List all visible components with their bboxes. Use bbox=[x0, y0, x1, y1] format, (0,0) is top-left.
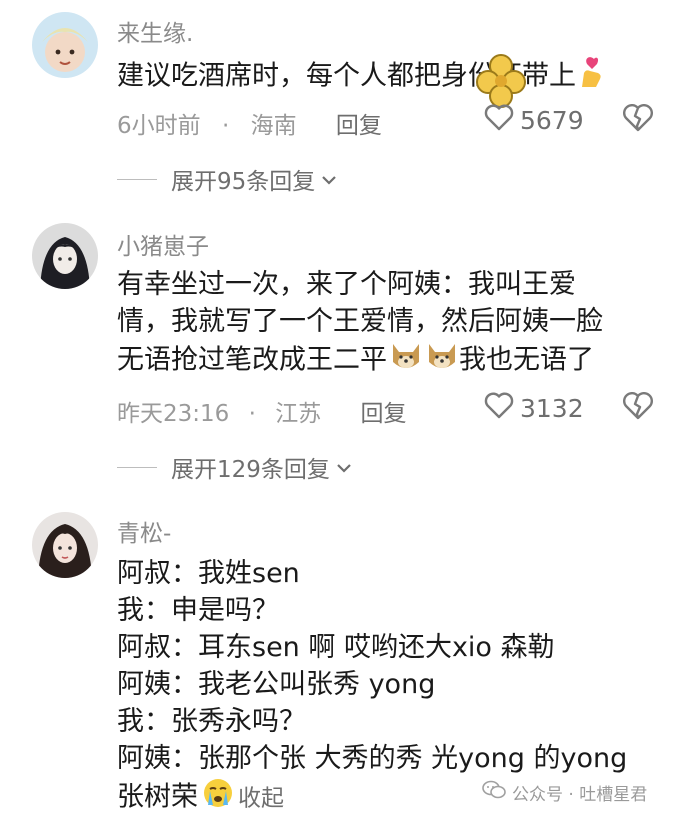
doge-emoji-icon bbox=[389, 340, 423, 382]
comment-line: 无语抢过笔改成王二平 我也无语了 bbox=[117, 340, 672, 382]
chevron-down-icon bbox=[321, 166, 337, 192]
comment-username[interactable]: 小猪崽子 bbox=[117, 227, 209, 261]
like-button[interactable]: 3132 bbox=[484, 392, 584, 425]
doge-emoji-icon bbox=[425, 340, 459, 382]
expand-label: 展开129条回复 bbox=[171, 457, 330, 483]
comment-username[interactable]: 青松- bbox=[117, 514, 171, 548]
comment-time: 6小时前 bbox=[117, 113, 201, 139]
heart-outline-icon bbox=[484, 392, 514, 425]
avatar[interactable] bbox=[32, 12, 98, 78]
like-count: 5679 bbox=[520, 106, 584, 135]
expand-replies-button[interactable]: 展开129条回复 bbox=[117, 450, 352, 484]
comment-body: 建议吃酒席时，每个人都把身份证带上 bbox=[117, 55, 672, 99]
comment-location: 海南 bbox=[250, 113, 297, 139]
like-button[interactable]: 5679 bbox=[484, 104, 584, 137]
comment-line: 有幸坐过一次，来了个阿姨：我叫王爱 bbox=[117, 269, 576, 300]
like-count: 3132 bbox=[520, 394, 584, 423]
expand-label: 展开95条回复 bbox=[171, 169, 316, 195]
divider bbox=[117, 466, 157, 468]
collapse-button[interactable]: 收起 bbox=[238, 786, 284, 812]
comment-line: 我：申是吗？ bbox=[117, 595, 279, 626]
heart-outline-icon bbox=[484, 104, 514, 137]
comment-body: 有幸坐过一次，来了个阿姨：我叫王爱 情，我就写了一个王爱情，然后阿姨一脸 无语抢… bbox=[117, 266, 672, 382]
crying-emoji-icon bbox=[202, 777, 234, 819]
dislike-button[interactable] bbox=[622, 392, 654, 424]
comment-line: 阿叔：我姓sen bbox=[117, 558, 300, 589]
watermark: 公众号 · 吐槽星君 bbox=[482, 780, 647, 805]
expand-replies-button[interactable]: 展开95条回复 bbox=[117, 162, 337, 196]
comment-line: 阿姨：我老公叫张秀 yong bbox=[117, 669, 436, 700]
reply-button[interactable]: 回复 bbox=[361, 394, 407, 428]
comment-line: 情，我就写了一个王爱情，然后阿姨一脸 bbox=[117, 306, 603, 337]
meta-separator: · bbox=[221, 113, 230, 139]
meta-separator: · bbox=[248, 401, 256, 427]
avatar[interactable] bbox=[32, 512, 98, 578]
finger-heart-emoji-icon bbox=[576, 55, 606, 99]
comment-username[interactable]: 来生缘. bbox=[117, 14, 193, 48]
comment-feed: 来生缘. 建议吃酒席时，每个人都把身份证带上 6小时前 · 海南 回复 5679 bbox=[0, 0, 690, 821]
divider bbox=[117, 178, 157, 180]
avatar[interactable] bbox=[32, 223, 98, 289]
comment-meta: 昨天23:16 · 江苏 回复 bbox=[117, 394, 407, 428]
comment-line: 我：张秀永吗？ bbox=[117, 706, 306, 737]
broken-heart-icon bbox=[622, 392, 654, 424]
comment-line: 阿叔：耳东sen 啊 哎哟还大xio 森勒 bbox=[117, 632, 555, 663]
comment-line: 阿姨：张那个张 大秀的秀 光yong 的yong bbox=[117, 743, 628, 774]
dislike-button[interactable] bbox=[622, 104, 654, 136]
chevron-down-icon bbox=[336, 454, 352, 480]
reply-button[interactable]: 回复 bbox=[336, 106, 382, 140]
broken-heart-icon bbox=[622, 104, 654, 136]
comment-meta: 6小时前 · 海南 回复 bbox=[117, 106, 382, 140]
comment-location: 江苏 bbox=[275, 401, 322, 427]
comment-line: 建议吃酒席时，每个人都把身份证带上 bbox=[117, 55, 672, 99]
comment-time: 昨天23:16 bbox=[117, 401, 230, 427]
wechat-icon bbox=[482, 780, 506, 805]
watermark-text: 公众号 · 吐槽星君 bbox=[512, 785, 648, 805]
